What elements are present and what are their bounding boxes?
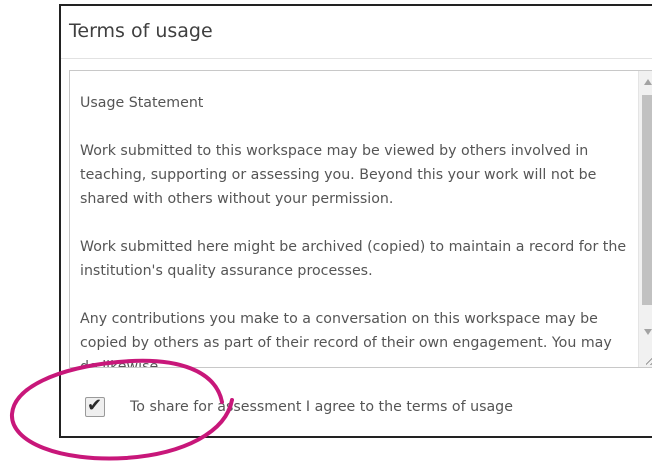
resize-grip-icon[interactable]: [646, 355, 652, 365]
agreement-checkbox[interactable]: ✔: [85, 395, 105, 417]
agreement-row: ✔ To share for assessment I agree to the…: [85, 394, 513, 420]
scrollbar-thumb[interactable]: [642, 95, 652, 305]
statement-paragraph-3: Any contributions you make to a conversa…: [80, 311, 612, 368]
statement-heading: Usage Statement: [80, 95, 204, 111]
statement-paragraph-2: Work submitted here might be archived (c…: [80, 239, 627, 279]
checkmark-icon: ✔: [87, 395, 103, 416]
usage-statement-text: Usage Statement Work submitted to this w…: [80, 91, 630, 368]
scroll-up-arrow-icon[interactable]: [644, 79, 652, 85]
scroll-down-arrow-icon[interactable]: [644, 329, 652, 335]
title-divider: [61, 58, 652, 59]
agreement-label[interactable]: To share for assessment I agree to the t…: [130, 399, 513, 415]
textarea-scrollbar[interactable]: [638, 71, 652, 367]
usage-statement-textarea[interactable]: Usage Statement Work submitted to this w…: [69, 70, 652, 368]
terms-dialog: Terms of usage Usage Statement Work subm…: [59, 4, 652, 438]
statement-paragraph-1: Work submitted to this workspace may be …: [80, 143, 597, 207]
dialog-title: Terms of usage: [69, 20, 213, 42]
